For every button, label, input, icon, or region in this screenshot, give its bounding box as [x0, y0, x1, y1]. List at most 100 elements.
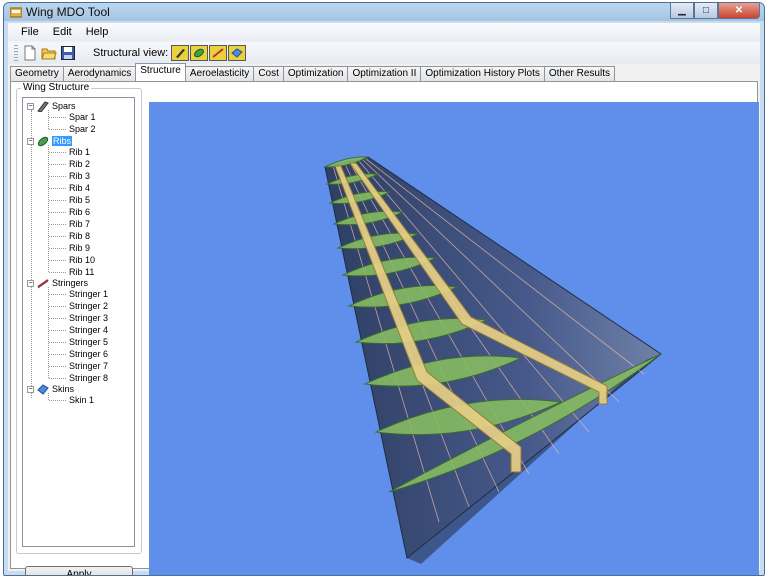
tree-node-skin-1[interactable]: Skin 1 — [69, 394, 94, 406]
tree-label: Stringer 7 — [69, 361, 109, 371]
tree-label-ribs: Ribs — [52, 136, 73, 146]
tree-label: Rib 3 — [69, 171, 91, 181]
tree-node-rib-2[interactable]: Rib 2 — [69, 158, 90, 170]
rib-icon — [194, 48, 205, 58]
tree-node-rib-10[interactable]: Rib 10 — [69, 254, 95, 266]
menu-bar: File Edit Help — [8, 23, 760, 41]
tab-optimization-ii[interactable]: Optimization II — [347, 66, 422, 81]
tab-geometry[interactable]: Geometry — [10, 66, 64, 81]
tree-label: Spar 1 — [69, 112, 96, 122]
tree-node-spar-2[interactable]: Spar 2 — [69, 123, 96, 135]
tree-node-stringer-7[interactable]: Stringer 7 — [69, 360, 108, 372]
toolbar: Structural view: — [8, 42, 760, 64]
title-bar[interactable]: Wing MDO Tool ▁ □ ✕ — [4, 3, 764, 21]
tree-label: Stringer 8 — [69, 373, 109, 383]
stringer-icon — [212, 48, 224, 58]
tree-node-stringer-3[interactable]: Stringer 3 — [69, 312, 108, 324]
tree-label-skins: Skins — [52, 384, 75, 394]
tree-node-stringer-6[interactable]: Stringer 6 — [69, 348, 108, 360]
tree-label: Rib 2 — [69, 159, 91, 169]
tree-node-stringer-8[interactable]: Stringer 8 — [69, 372, 108, 384]
skin-icon — [37, 383, 49, 395]
minimize-icon: ▁ — [678, 5, 686, 16]
tree-label: Stringer 3 — [69, 313, 109, 323]
structural-view-skins-button[interactable] — [228, 45, 247, 61]
maximize-icon: □ — [702, 5, 710, 16]
spar-icon — [37, 100, 49, 112]
group-title: Wing Structure — [21, 82, 92, 93]
tree-label: Stringer 4 — [69, 325, 109, 335]
apply-button[interactable]: Apply — [25, 566, 133, 575]
collapse-ribs-icon[interactable]: − — [27, 137, 34, 145]
tree-node-rib-1[interactable]: Rib 1 — [69, 146, 90, 158]
rib-icon — [37, 136, 49, 146]
structure-3d-viewport[interactable] — [149, 102, 759, 575]
minimize-button[interactable]: ▁ — [670, 3, 694, 19]
tree-label: Stringer 6 — [69, 349, 109, 359]
stringer-icon — [37, 278, 49, 288]
close-button[interactable]: ✕ — [718, 3, 760, 19]
window-title: Wing MDO Tool — [26, 5, 110, 19]
tree-node-stringer-4[interactable]: Stringer 4 — [69, 324, 108, 336]
tree-node-skins[interactable]: − Skins — [27, 383, 74, 395]
tree-node-rib-9[interactable]: Rib 9 — [69, 242, 90, 254]
skin-icon — [231, 48, 244, 58]
tree-label: Rib 6 — [69, 207, 91, 217]
menu-edit[interactable]: Edit — [46, 26, 79, 38]
tab-strip: Geometry Aerodynamics Structure Aeroelas… — [10, 63, 758, 81]
open-folder-icon[interactable] — [41, 45, 57, 61]
collapse-spars-icon[interactable]: − — [27, 102, 34, 110]
close-icon: ✕ — [734, 5, 744, 16]
tree-node-rib-7[interactable]: Rib 7 — [69, 218, 90, 230]
tree-label-stringers: Stringers — [52, 278, 89, 288]
app-icon — [10, 7, 22, 18]
tree-node-rib-4[interactable]: Rib 4 — [69, 182, 90, 194]
tree-label: Rib 1 — [69, 147, 91, 157]
wing-structure-render — [323, 156, 662, 564]
tab-other-results[interactable]: Other Results — [543, 66, 615, 81]
tab-structure[interactable]: Structure — [135, 63, 186, 81]
client-area: File Edit Help Structural view: Geometry… — [8, 23, 760, 575]
tree-node-stringer-2[interactable]: Stringer 2 — [69, 300, 108, 312]
tree-label: Stringer 5 — [69, 337, 109, 347]
collapse-stringers-icon[interactable]: − — [27, 279, 34, 287]
tree-label: Stringer 1 — [69, 289, 109, 299]
structural-view-ribs-button[interactable] — [190, 45, 209, 61]
structure-tab-page: Wing Structure − Spars Spar 1 Spar 2 − R… — [10, 81, 759, 575]
tab-aerodynamics[interactable]: Aerodynamics — [62, 66, 137, 81]
tree-label: Rib 11 — [69, 267, 95, 277]
save-icon[interactable] — [60, 45, 76, 61]
menu-file[interactable]: File — [14, 26, 46, 38]
spar-icon — [176, 49, 186, 58]
tree-node-rib-5[interactable]: Rib 5 — [69, 194, 90, 206]
collapse-skins-icon[interactable]: − — [27, 385, 34, 393]
tab-optimization[interactable]: Optimization — [282, 66, 349, 81]
structural-view-label: Structural view: — [93, 47, 169, 59]
tree-node-rib-3[interactable]: Rib 3 — [69, 170, 90, 182]
wing-structure-group: Wing Structure − Spars Spar 1 Spar 2 − R… — [16, 82, 142, 554]
maximize-button[interactable]: □ — [694, 3, 718, 19]
tree-label: Rib 8 — [69, 231, 91, 241]
structure-tree[interactable]: − Spars Spar 1 Spar 2 − Ribs Rib 1 Rib 2… — [22, 97, 135, 547]
tree-label: Rib 9 — [69, 243, 91, 253]
tab-optimization-history-plots[interactable]: Optimization History Plots — [420, 66, 545, 81]
tree-label: Rib 7 — [69, 219, 91, 229]
tree-node-stringer-1[interactable]: Stringer 1 — [69, 288, 108, 300]
tree-node-ribs[interactable]: − Ribs — [27, 135, 73, 147]
tree-node-rib-6[interactable]: Rib 6 — [69, 206, 90, 218]
tree-label-spars: Spars — [52, 101, 76, 111]
tree-label: Rib 4 — [69, 183, 91, 193]
structural-view-stringers-button[interactable] — [209, 45, 228, 61]
tree-node-rib-8[interactable]: Rib 8 — [69, 230, 90, 242]
tree-spars-line — [48, 110, 49, 129]
structural-view-spars-button[interactable] — [171, 45, 190, 61]
window-controls: ▁ □ ✕ — [670, 3, 760, 20]
new-file-icon[interactable] — [22, 45, 38, 61]
tree-node-stringer-5[interactable]: Stringer 5 — [69, 336, 108, 348]
tab-cost[interactable]: Cost — [253, 66, 284, 81]
tree-node-spar-1[interactable]: Spar 1 — [69, 111, 96, 123]
menu-help[interactable]: Help — [79, 26, 116, 38]
tab-aeroelasticity[interactable]: Aeroelasticity — [184, 66, 255, 81]
tree-label: Rib 10 — [69, 255, 96, 265]
tree-label: Spar 2 — [69, 124, 96, 134]
